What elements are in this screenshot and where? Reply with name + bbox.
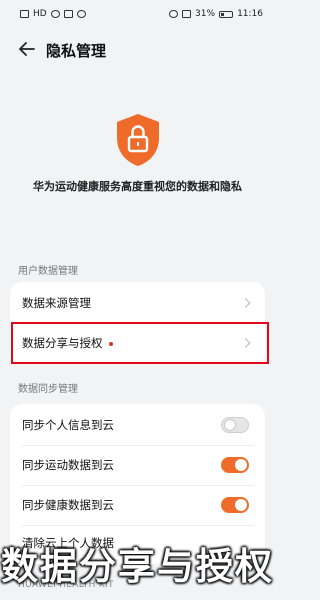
sync-sport-data-label: 同步运动数据到云 [22, 458, 114, 472]
data-source-management-row[interactable]: 数据来源管理 [10, 283, 265, 323]
message-icon [63, 10, 73, 18]
sync-health-data-label: 同步健康数据到云 [22, 498, 114, 512]
sync-sport-data-row[interactable]: 同步运动数据到云 [10, 445, 265, 485]
hd-label: HD [33, 9, 47, 19]
signal-icon [182, 10, 192, 18]
privacy-statement: 华为运动健康服务高度重视您的数据和隐私 [33, 180, 242, 193]
app-header: 隐私管理 [0, 32, 275, 68]
sync-personal-info-label: 同步个人信息到云 [22, 418, 114, 432]
status-right-icons: 31% 11:16 [169, 9, 263, 19]
section-sync-label: 数据同步管理 [18, 384, 78, 395]
sync-personal-info-row[interactable]: 同步个人信息到云 [10, 405, 265, 445]
notification-icon [50, 10, 60, 18]
privacy-shield-lock-icon [117, 114, 159, 166]
highlight-box [11, 322, 269, 364]
video-caption-overlay: 数据分享与授权 [1, 545, 274, 588]
toggle-knob [224, 419, 236, 431]
battery-icon [219, 10, 234, 18]
data-source-management-label: 数据来源管理 [22, 296, 91, 310]
status-left-icons: HD [20, 9, 86, 19]
toggle-knob [235, 499, 247, 511]
chevron-right-icon [240, 298, 251, 308]
sim-icon [20, 10, 29, 18]
sync-personal-info-toggle[interactable] [221, 417, 249, 433]
status-time: 11:16 [237, 9, 263, 19]
back-arrow-icon[interactable] [16, 38, 38, 60]
section-user-data-label: 用户数据管理 [18, 266, 78, 277]
bluetooth-icon [169, 10, 179, 18]
page-title: 隐私管理 [46, 42, 107, 60]
toggle-knob [235, 459, 247, 471]
sync-health-data-toggle[interactable] [221, 497, 249, 513]
sync-health-data-row[interactable]: 同步健康数据到云 [10, 485, 265, 525]
status-bar: HD 31% 11:16 [0, 0, 275, 30]
app-icon [76, 10, 86, 18]
battery-percent: 31% [195, 9, 216, 19]
sync-sport-data-toggle[interactable] [221, 457, 249, 473]
